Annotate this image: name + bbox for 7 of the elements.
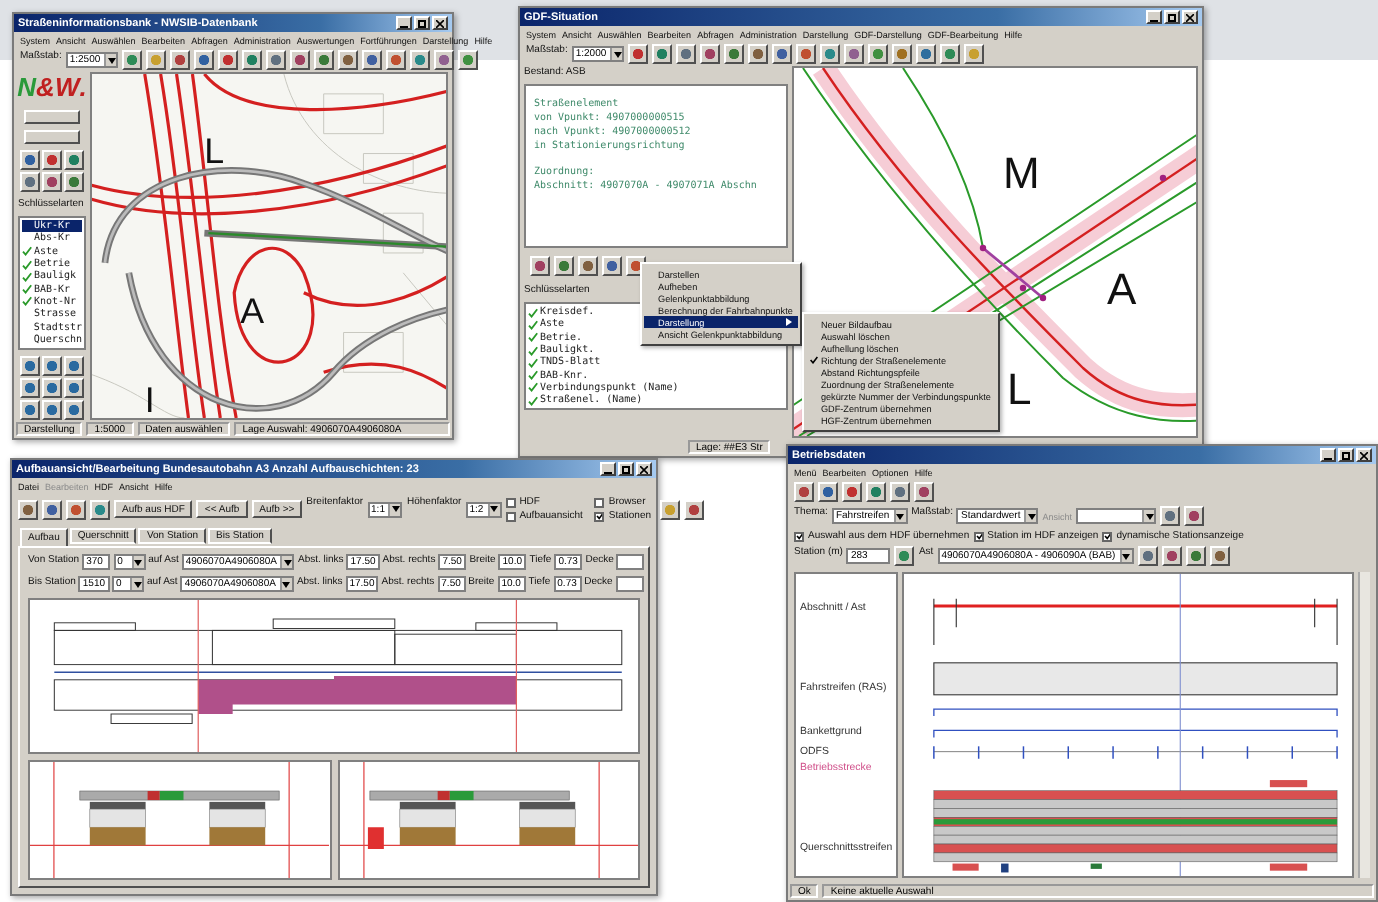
logo: N&W. bbox=[18, 72, 86, 104]
map-label: A bbox=[240, 290, 265, 331]
map-label: I bbox=[144, 380, 155, 418]
map-label: M bbox=[1003, 148, 1040, 198]
map-label: L bbox=[204, 131, 225, 172]
map-label: L bbox=[1007, 364, 1032, 414]
map-label: A bbox=[1107, 264, 1137, 314]
